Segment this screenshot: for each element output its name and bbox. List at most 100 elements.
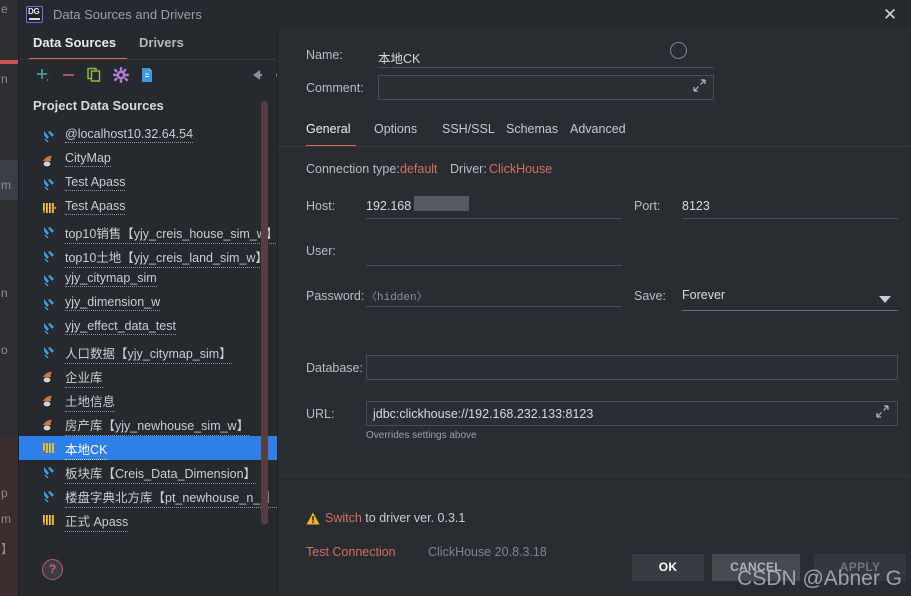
list-item[interactable]: top10土地【yjy_creis_land_sim_w】 xyxy=(19,244,277,268)
list-item[interactable]: top10销售【yjy_creis_house_sim_w】 xyxy=(19,220,277,244)
url-input-value: jdbc:clickhouse://192.168.232.133:8123 xyxy=(373,407,594,421)
list-item[interactable]: 房产库【yjy_newhouse_sim_w】 xyxy=(19,412,277,436)
list-item[interactable]: CityMap xyxy=(19,148,277,172)
db-generic-icon xyxy=(41,248,57,264)
color-circle-icon[interactable] xyxy=(670,42,687,59)
list-item[interactable]: 板块库【Creis_Data_Dimension】 xyxy=(19,460,277,484)
save-dropdown-value[interactable]: Forever xyxy=(682,288,725,302)
list-item[interactable]: Test Apass xyxy=(19,196,277,220)
name-input-underline xyxy=(378,67,714,68)
bg-fragment-7: 】 xyxy=(1,542,14,556)
list-item-label: 人口数据【yjy_citymap_sim】 xyxy=(65,343,232,364)
expand-editor-icon[interactable] xyxy=(876,405,889,421)
password-input-underline xyxy=(366,306,622,307)
switch-driver-message: Switch to driver ver. 0.3.1 xyxy=(325,511,465,525)
list-item-label: 板块库【Creis_Data_Dimension】 xyxy=(65,463,257,484)
list-item-label: yjy_effect_data_test xyxy=(65,319,176,335)
connection-settings-pane: Name: 本地CK Comment: General Options SSH/… xyxy=(278,29,911,596)
comment-label: Comment: xyxy=(306,81,364,95)
mysql-dolphin-icon xyxy=(41,152,57,168)
port-input-underline xyxy=(682,218,898,219)
settings-gear-icon[interactable] xyxy=(111,65,131,85)
tab-drivers[interactable]: Drivers xyxy=(139,35,184,50)
list-item[interactable]: 企业库 xyxy=(19,364,277,388)
background-window-sliver: e n m n o p m 】 xyxy=(0,0,18,596)
cancel-button[interactable]: CANCEL xyxy=(712,554,800,581)
background-window-accent xyxy=(0,60,18,64)
name-input[interactable]: 本地CK xyxy=(378,48,420,67)
tab-advanced[interactable]: Advanced xyxy=(570,122,626,136)
database-label: Database: xyxy=(306,361,363,375)
tab-options[interactable]: Options xyxy=(374,122,417,136)
list-item-label: Test Apass xyxy=(65,175,126,191)
ok-button[interactable]: OK xyxy=(632,554,704,581)
list-item[interactable]: @localhost10.32.64.54 xyxy=(19,124,277,148)
host-input[interactable]: 192.168 xyxy=(366,199,411,213)
list-item[interactable]: yjy_citymap_sim xyxy=(19,268,277,292)
list-item-selected[interactable]: 本地CK xyxy=(19,436,277,460)
chevron-down-icon[interactable] xyxy=(878,293,892,307)
sidebar-tabs: Data Sources Drivers xyxy=(19,29,277,59)
bg-fragment-2: m xyxy=(1,178,11,192)
host-input-underline xyxy=(366,218,622,219)
list-item[interactable]: yjy_dimension_w xyxy=(19,292,277,316)
connection-type-label: Connection type: xyxy=(306,162,400,176)
list-item-label: Test Apass xyxy=(65,199,126,215)
tab-schemas[interactable]: Schemas xyxy=(506,122,558,136)
bg-fragment-6: m xyxy=(1,512,11,526)
mysql-dolphin-icon xyxy=(41,368,57,384)
bg-fragment-1: n xyxy=(1,72,8,86)
database-input[interactable] xyxy=(366,355,898,380)
tab-general[interactable]: General xyxy=(306,122,350,136)
switch-driver-link[interactable]: Switch xyxy=(325,511,362,525)
sidebar-scrollbar-thumb[interactable] xyxy=(261,101,268,525)
password-label: Password: xyxy=(306,289,365,303)
tree-group-title: Project Data Sources xyxy=(33,98,164,113)
list-item-label: 企业库 xyxy=(65,367,103,388)
name-label: Name: xyxy=(306,48,343,62)
dialog-title: Data Sources and Drivers xyxy=(53,7,202,22)
list-item[interactable]: yjy_effect_data_test xyxy=(19,316,277,340)
warning-triangle-icon xyxy=(306,512,320,525)
list-item-label: CityMap xyxy=(65,151,111,167)
clickhouse-icon xyxy=(41,200,57,216)
list-item[interactable]: 楼盘字典北方库【pt_newhouse_n_r】 xyxy=(19,484,277,508)
import-file-icon[interactable] xyxy=(137,65,157,85)
driver-value[interactable]: ClickHouse xyxy=(489,162,552,176)
status-divider xyxy=(278,475,911,476)
bg-fragment-5: p xyxy=(1,486,8,500)
host-label: Host: xyxy=(306,199,336,213)
dialog-footer: OK CANCEL APPLY xyxy=(19,544,911,596)
back-arrow-icon[interactable] xyxy=(247,65,267,85)
close-icon[interactable]: ✕ xyxy=(880,5,900,25)
expand-editor-icon[interactable] xyxy=(693,79,706,95)
url-hint: Overrides settings above xyxy=(366,430,477,441)
list-item[interactable]: 人口数据【yjy_citymap_sim】 xyxy=(19,340,277,364)
clickhouse-icon xyxy=(41,440,57,456)
tab-ssh-ssl[interactable]: SSH/SSL xyxy=(442,122,495,136)
remove-icon[interactable] xyxy=(59,65,79,85)
db-generic-icon xyxy=(41,464,57,480)
bg-fragment-3: n xyxy=(1,286,8,300)
switch-driver-rest: to driver ver. 0.3.1 xyxy=(361,511,466,525)
data-sources-sidebar: Data Sources Drivers Project Data Source… xyxy=(19,29,278,596)
connection-config-tabs: General Options SSH/SSL Schemas Advanced xyxy=(278,117,911,147)
port-input[interactable]: 8123 xyxy=(682,199,710,213)
list-item[interactable]: 土地信息 xyxy=(19,388,277,412)
list-item[interactable]: 正式 Apass xyxy=(19,508,277,532)
list-item-label: 土地信息 xyxy=(65,391,116,412)
forward-arrow-icon[interactable] xyxy=(271,65,277,85)
password-input[interactable]: 〈hidden〉 xyxy=(366,288,428,304)
sidebar-toolbar xyxy=(19,60,277,90)
list-item-label: yjy_dimension_w xyxy=(65,295,161,311)
config-tabs-divider xyxy=(278,146,911,147)
tab-data-sources[interactable]: Data Sources xyxy=(33,35,116,50)
comment-input[interactable] xyxy=(378,75,714,100)
db-generic-icon xyxy=(41,224,57,240)
copy-icon[interactable] xyxy=(85,65,105,85)
list-item[interactable]: Test Apass xyxy=(19,172,277,196)
connection-type-value[interactable]: default xyxy=(400,162,438,176)
clickhouse-icon xyxy=(41,512,57,528)
add-icon[interactable] xyxy=(33,65,53,85)
list-item-label: 正式 Apass xyxy=(65,511,129,532)
